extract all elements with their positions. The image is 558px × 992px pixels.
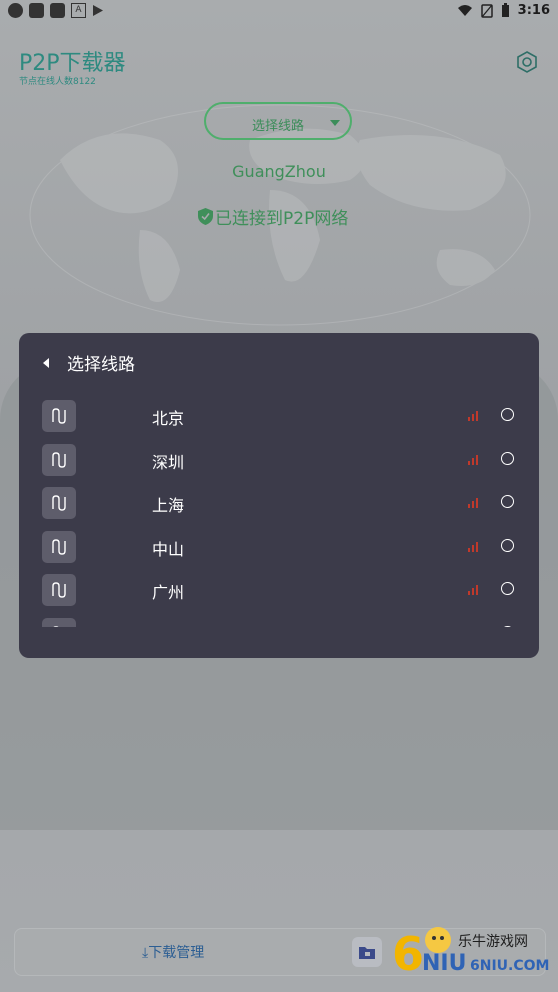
route-radio-button[interactable] — [501, 408, 514, 421]
modal-title: 选择线路 — [67, 355, 135, 375]
watermark-logo: 6 NIU 6NIU.COM 乐牛游戏网 — [390, 912, 550, 982]
back-icon[interactable] — [43, 357, 49, 368]
route-radio-button[interactable] — [501, 625, 514, 627]
connection-status-text: 已连接到P2P网络 — [215, 209, 349, 229]
route-node-icon — [42, 617, 76, 627]
download-manage-button[interactable]: ⤓下载管理 — [142, 942, 204, 962]
route-radio-button[interactable] — [501, 451, 514, 465]
current-city: GuangZhou — [232, 162, 326, 181]
route-node-icon — [42, 574, 76, 606]
svg-text:6: 6 — [392, 927, 424, 981]
status-bar: A 3:16 — [0, 0, 558, 24]
signal-strength-icon — [468, 411, 478, 421]
play-store-icon — [93, 5, 103, 16]
notification-dot-icon — [8, 3, 23, 18]
svg-text:NIU: NIU — [422, 951, 466, 976]
route-node-icon — [42, 530, 76, 563]
folder-button[interactable] — [352, 937, 382, 967]
route-select-label: 选择线路 — [252, 119, 305, 134]
route-select-dropdown[interactable]: 选择线路 — [204, 102, 352, 140]
route-node-icon — [42, 400, 76, 432]
battery-icon — [501, 3, 509, 17]
app-notification-icon — [29, 3, 44, 18]
route-row[interactable]: 广州 — [19, 573, 539, 617]
signal-strength-icon — [468, 541, 478, 552]
signal-strength-icon — [468, 585, 478, 595]
settings-icon[interactable] — [516, 51, 538, 73]
route-row[interactable]: 深圳 — [19, 443, 539, 487]
route-row[interactable]: 北京 — [19, 399, 539, 443]
download-manage-label: 下载管理 — [148, 945, 205, 961]
app-title: P2P下载器 — [19, 51, 126, 76]
no-sim-icon — [480, 3, 493, 18]
route-name: 中山 — [152, 539, 185, 559]
route-node-icon — [42, 487, 76, 519]
connection-status: 已连接到P2P网络 — [198, 204, 348, 229]
watermark-brand: 6NIU.COM — [470, 958, 549, 974]
route-name: 北京 — [152, 409, 185, 428]
route-row[interactable]: 中山 — [19, 530, 539, 574]
status-time: 3:16 — [517, 3, 550, 18]
app-notification-icon — [50, 3, 65, 18]
route-name: 上海 — [152, 496, 185, 515]
signal-strength-icon — [468, 498, 478, 508]
signal-strength-icon — [468, 454, 478, 465]
wifi-icon — [457, 5, 472, 16]
route-row[interactable]: 青岛 — [19, 617, 539, 628]
shield-check-icon — [198, 208, 213, 225]
signal-strength-icon — [467, 626, 481, 628]
route-radio-button[interactable] — [501, 582, 514, 595]
route-name: 青岛 — [152, 623, 184, 628]
route-list[interactable]: 北京深圳上海中山广州青岛 — [19, 399, 539, 627]
route-row[interactable]: 上海 — [19, 486, 539, 530]
route-node-icon — [42, 443, 76, 476]
route-radio-button[interactable] — [501, 538, 514, 552]
watermark-text: 乐牛游戏网 — [458, 934, 528, 950]
online-nodes-count: 节点在线人数8122 — [19, 77, 96, 87]
modal-header[interactable]: 选择线路 — [43, 350, 135, 375]
folder-icon — [359, 947, 375, 959]
route-select-modal: 选择线路 北京深圳上海中山广州青岛 — [19, 333, 539, 658]
route-name: 广州 — [152, 583, 185, 602]
a-notification-icon: A — [71, 3, 86, 18]
caret-down-icon — [330, 120, 340, 126]
route-radio-button[interactable] — [501, 495, 514, 508]
route-name: 深圳 — [152, 452, 185, 472]
